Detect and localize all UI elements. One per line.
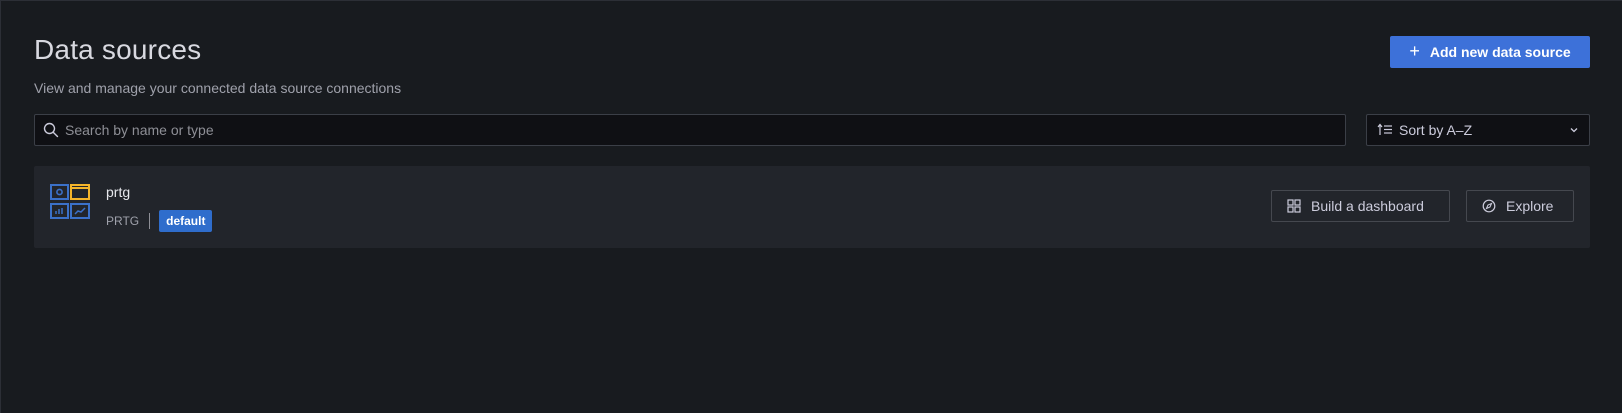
prtg-logo-icon	[50, 184, 90, 219]
chevron-down-icon	[1570, 128, 1578, 133]
build-dashboard-button[interactable]: Build a dashboard	[1271, 190, 1450, 222]
page-title: Data sources	[34, 34, 202, 65]
datasource-name[interactable]: prtg	[106, 184, 130, 200]
explore-button[interactable]: Explore	[1466, 190, 1574, 222]
default-badge: default	[159, 210, 213, 232]
search-input[interactable]	[65, 122, 1345, 138]
add-data-source-label: Add new data source	[1429, 44, 1571, 60]
dashboard-grid-icon	[1287, 199, 1301, 213]
add-data-source-button[interactable]: + Add new data source	[1390, 36, 1590, 68]
compass-icon	[1482, 199, 1496, 213]
plus-icon: +	[1409, 41, 1420, 61]
search-field[interactable]	[34, 114, 1346, 146]
sort-select[interactable]: Sort by A–Z	[1366, 114, 1590, 146]
separator	[149, 213, 151, 229]
build-dashboard-label: Build a dashboard	[1311, 198, 1424, 214]
datasource-type: PRTG	[106, 214, 140, 228]
sort-icon	[1377, 123, 1392, 135]
explore-label: Explore	[1506, 198, 1554, 214]
sort-label: Sort by A–Z	[1399, 122, 1473, 138]
search-icon	[43, 122, 59, 138]
datasource-meta: PRTG default	[106, 210, 213, 232]
datasource-card[interactable]: prtg PRTG default Build a dashboard Expl…	[34, 166, 1590, 248]
page-subtitle: View and manage your connected data sour…	[34, 80, 402, 96]
